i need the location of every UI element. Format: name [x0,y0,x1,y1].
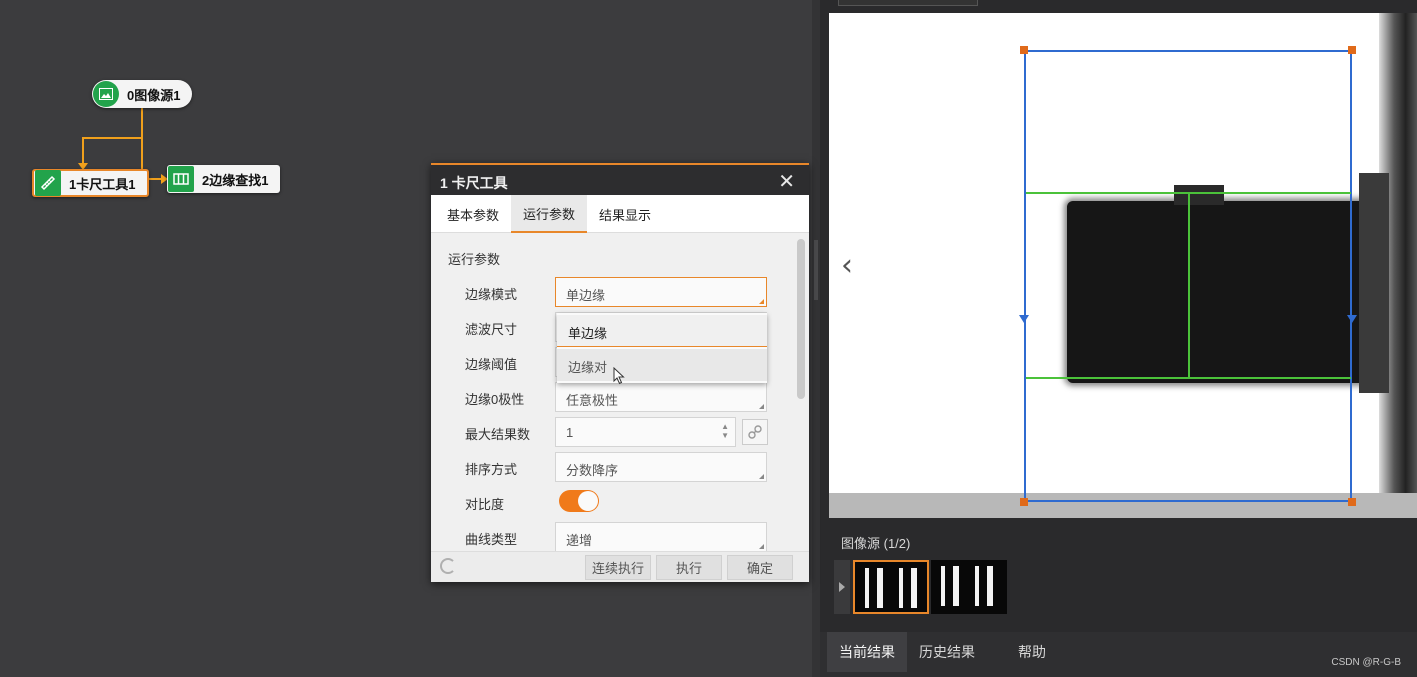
field-value: 任意极性 [566,393,619,408]
tab-basic-params[interactable]: 基本参数 [437,195,509,233]
thumbnail-feature [987,566,993,606]
continuous-run-button[interactable]: 连续执行 [585,555,651,580]
toggle-knob [578,491,598,511]
caliper-tool-dialog: 1 卡尺工具 ✕ 基本参数 运行参数 结果显示 运行参数 边缘模式 单边缘 滤波… [431,163,809,582]
connector-wire [82,137,143,139]
edge-mode-dropdown: 单边缘 边缘对 [557,313,767,385]
roi-handle[interactable] [1348,498,1356,506]
thumbnail-feature [953,566,959,606]
dialog-footer: 连续执行 执行 确定 [431,551,809,582]
field-value: 递增 [566,533,593,548]
link-icon [748,425,762,439]
tab-history-result[interactable]: 历史结果 [907,632,987,672]
roi-handle[interactable] [1020,498,1028,506]
image-panel: ‹ 图像源 (1/2) 当前结果 历史结果 帮助 [820,0,1417,677]
dialog-body: 运行参数 边缘模式 单边缘 滤波尺寸 边缘阈值 边缘0极性 任意极性 最大结果数… [431,233,809,551]
refresh-icon[interactable] [440,558,456,574]
chevron-down-icon [759,474,764,479]
watermark: CSDN @R-G-B [1331,657,1401,668]
max-results-stepper[interactable]: 1 ▲ ▼ [555,417,736,447]
edge-line [1188,193,1190,378]
edge-polarity-select[interactable]: 任意极性 [555,382,767,412]
field-label: 边缘模式 [465,287,518,302]
node-label: 0图像源1 [127,87,181,103]
thumbnail-feature [865,568,869,608]
result-tabs: 当前结果 历史结果 帮助 [820,632,1417,677]
tab-current-result[interactable]: 当前结果 [827,632,907,672]
node-image-source[interactable]: 0图像源1 [92,80,193,108]
dropdown-option-edge-pair[interactable]: 边缘对 [557,349,767,381]
connector-wire [82,137,84,165]
dialog-scrollbar[interactable] [797,239,805,399]
viewer-toolbar [820,0,1417,13]
dialog-tabs: 基本参数 运行参数 结果显示 [431,195,809,233]
play-icon[interactable] [834,560,850,614]
run-button[interactable]: 执行 [656,555,722,580]
thumbnail-feature [877,568,883,608]
field-label: 排序方式 [465,462,518,477]
image-source-title: 图像源 (1/2) [841,536,911,551]
field-value: 单边缘 [566,288,606,303]
node-label: 2边缘查找1 [202,172,269,188]
field-value: 1 [566,425,574,440]
link-button[interactable] [742,419,768,445]
direction-arrow-icon [1019,315,1029,323]
thumbnail-feature [941,566,945,606]
thumbnail[interactable] [853,560,929,614]
thumbnail-feature [975,566,979,606]
thumbnail-feature [899,568,903,608]
sort-mode-select[interactable]: 分数降序 [555,452,767,482]
field-label: 曲线类型 [465,532,518,547]
image-icon [93,81,119,107]
image-source-strip: 图像源 (1/2) [820,518,1417,632]
tab-help[interactable]: 帮助 [992,632,1072,672]
dark-object [1359,173,1389,393]
view-selector[interactable] [838,0,978,6]
field-label: 滤波尺寸 [465,322,518,337]
field-label: 边缘0极性 [465,392,525,407]
node-caliper-tool[interactable]: 1卡尺工具1 [32,169,150,197]
node-label: 1卡尺工具1 [69,176,136,192]
section-title: 运行参数 [448,252,501,267]
thumbnail-feature [911,568,917,608]
tab-run-params[interactable]: 运行参数 [511,195,587,233]
node-edge-find[interactable]: 2边缘查找1 [167,165,281,193]
tab-result-display[interactable]: 结果显示 [589,195,661,233]
dialog-title: 1 卡尺工具 [440,175,508,191]
splitter-handle[interactable] [814,240,818,300]
mouse-cursor-icon [613,367,625,385]
close-icon[interactable]: ✕ [778,169,795,193]
roi-handle[interactable] [1020,46,1028,54]
edge-mode-select[interactable]: 单边缘 [555,277,767,307]
roi-handle[interactable] [1348,46,1356,54]
previous-image-button[interactable]: ‹ [841,251,853,281]
spinner-arrows-icon[interactable]: ▲ ▼ [721,422,729,440]
chevron-down-icon [759,544,764,549]
panel-splitter[interactable] [812,0,820,677]
chevron-down-icon [759,299,764,304]
contrast-toggle[interactable] [559,490,599,512]
curve-type-select[interactable]: 递增 [555,522,767,551]
field-value: 分数降序 [566,463,619,478]
confirm-button[interactable]: 确定 [727,555,793,580]
dialog-header[interactable]: 1 卡尺工具 ✕ [431,163,809,195]
field-label: 边缘阈值 [465,357,518,372]
caliper-icon [35,170,61,196]
direction-arrow-icon [1347,315,1357,323]
field-label: 最大结果数 [465,427,531,442]
thumbnail[interactable] [931,560,1007,614]
chevron-down-icon [759,404,764,409]
edge-find-icon [168,166,194,192]
image-viewer[interactable]: ‹ [829,13,1417,518]
field-label: 对比度 [465,497,505,512]
dropdown-option-single-edge[interactable]: 单边缘 [557,315,767,347]
